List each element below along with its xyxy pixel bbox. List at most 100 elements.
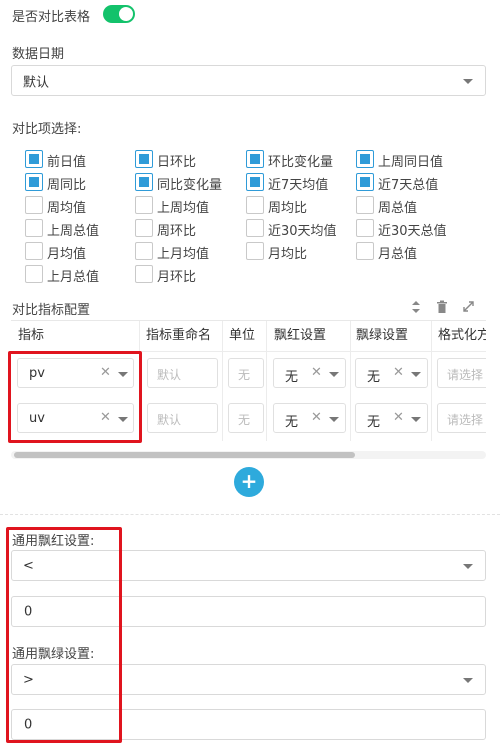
green-select[interactable]: 无 ✕ <box>355 403 428 433</box>
checkbox-unchecked-icon[interactable] <box>246 242 264 260</box>
chevron-down-icon <box>463 564 473 569</box>
data-date-value: 默认 <box>23 75 50 90</box>
checkbox-checked-icon[interactable] <box>246 173 264 191</box>
compare-item-label: 同比变化量 <box>157 178 223 193</box>
rename-input[interactable]: 默认 <box>147 403 218 433</box>
sort-icon[interactable] <box>410 300 422 314</box>
highlight-box <box>6 527 122 743</box>
rename-input[interactable]: 默认 <box>147 358 218 388</box>
col-divider <box>350 321 351 441</box>
checkbox-unchecked-icon[interactable] <box>356 219 374 237</box>
clear-icon[interactable]: ✕ <box>311 410 322 425</box>
green-value: 无 <box>367 370 381 385</box>
col-divider <box>222 321 223 441</box>
compare-item-checkbox[interactable]: 周均值 <box>25 195 133 216</box>
checkbox-checked-icon[interactable] <box>356 150 374 168</box>
checkbox-unchecked-icon[interactable] <box>135 196 153 214</box>
rename-placeholder: 默认 <box>157 413 182 427</box>
checkbox-unchecked-icon[interactable] <box>25 265 43 283</box>
checkbox-unchecked-icon[interactable] <box>25 196 43 214</box>
compare-item-checkbox[interactable]: 近7天均值 <box>246 172 354 193</box>
compare-item-label: 上周总值 <box>47 224 100 239</box>
checkbox-unchecked-icon[interactable] <box>135 242 153 260</box>
checkbox-unchecked-icon[interactable] <box>246 196 264 214</box>
checkbox-unchecked-icon[interactable] <box>135 265 153 283</box>
compare-item-checkbox[interactable]: 日环比 <box>135 149 243 170</box>
compare-item-checkbox[interactable]: 上周总值 <box>25 218 133 239</box>
data-date-select[interactable]: 默认 <box>11 65 486 96</box>
compare-item-label: 月均值 <box>47 247 87 262</box>
compare-item-checkbox[interactable]: 月均值 <box>25 241 133 262</box>
compare-item-label: 周总值 <box>378 201 418 216</box>
unit-input[interactable]: 无 <box>228 358 264 388</box>
unit-input[interactable]: 无 <box>228 403 264 433</box>
compare-item-label: 近7天均值 <box>268 178 329 193</box>
checkbox-unchecked-icon[interactable] <box>25 219 43 237</box>
compare-item-checkbox[interactable]: 周同比 <box>25 172 133 193</box>
compare-item-checkbox[interactable]: 月总值 <box>356 241 464 262</box>
compare-item-checkbox[interactable]: 周总值 <box>356 195 464 216</box>
compare-items-label: 对比项选择: <box>12 122 82 137</box>
checkbox-checked-icon[interactable] <box>246 150 264 168</box>
trash-icon[interactable] <box>436 300 448 314</box>
compare-item-checkbox[interactable]: 上月均值 <box>135 241 243 262</box>
compare-item-checkbox[interactable]: 环比变化量 <box>246 149 354 170</box>
checkbox-checked-icon[interactable] <box>25 150 43 168</box>
clear-icon[interactable]: ✕ <box>311 365 322 380</box>
compare-item-label: 上月均值 <box>157 247 210 262</box>
format-select[interactable]: 请选择 <box>437 403 486 433</box>
compare-item-checkbox[interactable]: 周均比 <box>246 195 354 216</box>
horizontal-scrollbar-track[interactable] <box>11 451 486 459</box>
red-select[interactable]: 无 ✕ <box>273 358 346 388</box>
compare-item-label: 近30天均值 <box>268 224 337 239</box>
compare-item-checkbox[interactable]: 同比变化量 <box>135 172 243 193</box>
compare-item-checkbox[interactable]: 月环比 <box>135 264 243 285</box>
chevron-down-icon <box>411 372 421 377</box>
red-select[interactable]: 无 ✕ <box>273 403 346 433</box>
col-divider <box>431 321 432 441</box>
add-row-button[interactable]: + <box>234 467 264 497</box>
compare-item-checkbox[interactable]: 上周均值 <box>135 195 243 216</box>
red-value: 无 <box>285 370 299 385</box>
compare-item-checkbox[interactable]: 近30天总值 <box>356 218 464 239</box>
checkbox-unchecked-icon[interactable] <box>246 219 264 237</box>
green-select[interactable]: 无 ✕ <box>355 358 428 388</box>
highlight-box <box>8 351 142 443</box>
compare-item-checkbox[interactable]: 近7天总值 <box>356 172 464 193</box>
chevron-down-icon <box>463 79 473 84</box>
expand-icon[interactable] <box>462 300 475 313</box>
chevron-down-icon <box>329 417 339 422</box>
checkbox-unchecked-icon[interactable] <box>135 219 153 237</box>
compare-item-label: 周环比 <box>157 224 197 239</box>
compare-item-label: 月均比 <box>268 247 308 262</box>
compare-item-checkbox[interactable]: 上月总值 <box>25 264 133 285</box>
compare-item-checkbox[interactable]: 周环比 <box>135 218 243 239</box>
checkbox-checked-icon[interactable] <box>135 150 153 168</box>
compare-item-checkbox[interactable]: 近30天均值 <box>246 218 354 239</box>
checkbox-checked-icon[interactable] <box>135 173 153 191</box>
checkbox-unchecked-icon[interactable] <box>356 196 374 214</box>
toggle-knob <box>119 7 133 21</box>
checkbox-unchecked-icon[interactable] <box>356 242 374 260</box>
col-divider <box>266 321 267 441</box>
checkbox-checked-icon[interactable] <box>25 173 43 191</box>
data-date-label: 数据日期 <box>12 47 65 62</box>
compare-item-label: 环比变化量 <box>268 155 334 170</box>
column-header-rename: 指标重命名 <box>146 328 212 343</box>
checkbox-unchecked-icon[interactable] <box>25 242 43 260</box>
format-placeholder: 请选择 <box>447 413 484 427</box>
format-select[interactable]: 请选择 <box>437 358 486 388</box>
column-header-red: 飘红设置 <box>274 328 327 343</box>
compare-table-toggle[interactable] <box>103 5 135 23</box>
scrollbar-thumb[interactable] <box>14 452 355 458</box>
compare-item-checkbox[interactable]: 前日值 <box>25 149 133 170</box>
compare-item-checkbox[interactable]: 月均比 <box>246 241 354 262</box>
compare-item-label: 日环比 <box>157 155 197 170</box>
compare-item-label: 周均值 <box>47 201 87 216</box>
clear-icon[interactable]: ✕ <box>393 365 404 380</box>
metric-config-label: 对比指标配置 <box>12 303 91 318</box>
clear-icon[interactable]: ✕ <box>393 410 404 425</box>
checkbox-checked-icon[interactable] <box>356 173 374 191</box>
compare-item-checkbox[interactable]: 上周同日值 <box>356 149 464 170</box>
column-header-green: 飘绿设置 <box>356 328 409 343</box>
